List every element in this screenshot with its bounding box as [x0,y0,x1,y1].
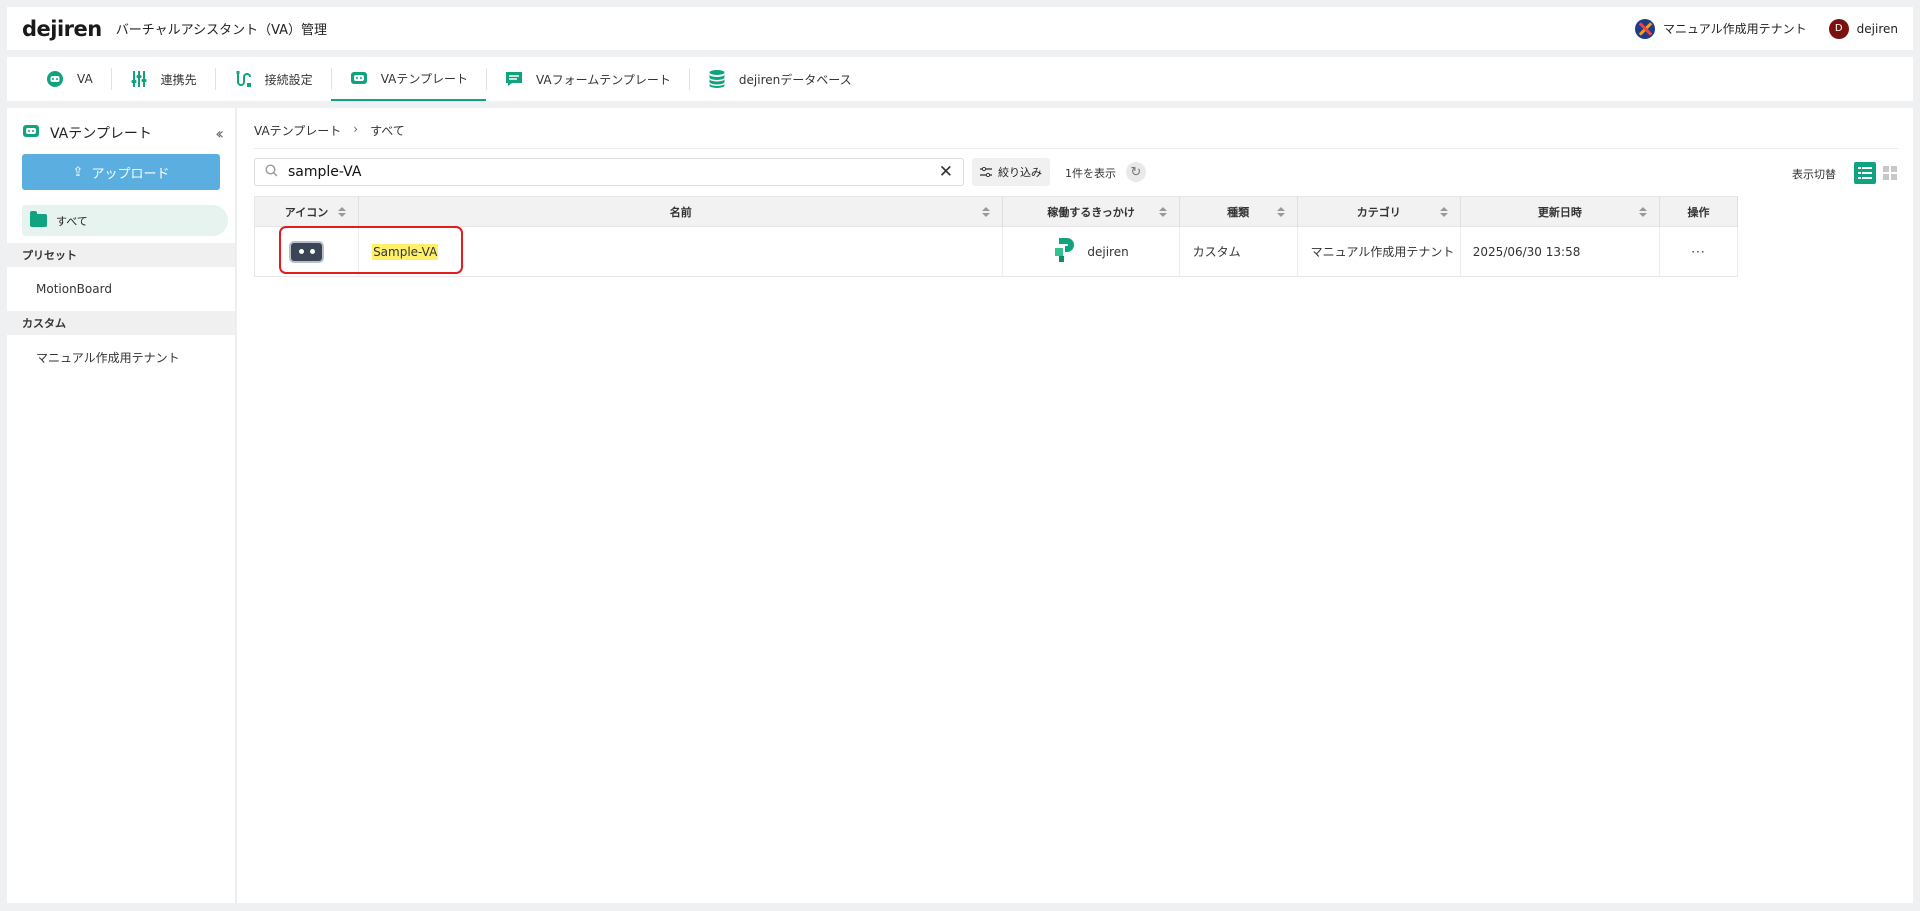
tab-label: 連携先 [160,72,197,87]
type-cell: カスタム [1179,226,1298,277]
collapse-sidebar-icon[interactable]: ‹‹ [215,124,224,143]
column-header-trigger[interactable]: 稼働するきっかけ [1002,196,1180,227]
sidebar-section-custom: カスタム [7,311,235,335]
folder-icon [30,211,47,227]
app-header: dejiren バーチャルアシスタント（VA）管理 マニュアル作成用テナント D… [7,7,1913,50]
sidebar-item-manual-tenant[interactable]: マニュアル作成用テナント [7,335,235,379]
sort-icon[interactable] [982,207,991,217]
sliders-icon [129,69,149,89]
trigger-cell: dejiren [1002,226,1180,277]
search-box: ✕ [254,158,964,186]
column-header-updated[interactable]: 更新日時 [1460,196,1660,227]
upload-button[interactable]: ⇪ アップロード [22,154,220,190]
form-icon [504,69,524,89]
sidebar-item-motionboard[interactable]: MotionBoard [7,267,235,311]
tab-label: VAテンプレート [380,71,468,86]
breadcrumb: VAテンプレート › すべて [254,122,405,139]
search-icon [265,163,278,181]
sort-icon[interactable] [1638,207,1647,217]
search-input[interactable] [288,164,939,180]
app-title: バーチャルアシスタント（VA）管理 [115,23,328,38]
breadcrumb-item-current: すべて [370,124,405,138]
upload-icon: ⇪ [72,164,84,179]
column-header-icon[interactable]: アイコン [254,196,360,227]
icon-cell [254,226,360,277]
sort-icon[interactable] [1276,207,1285,217]
result-count: 1件を表示 [1065,167,1116,180]
database-icon [707,69,727,89]
name-cell[interactable]: Sample-VA [358,226,1004,277]
va-robot-icon [289,240,325,263]
sidebar-title: VAテンプレート [50,126,152,142]
tab-va[interactable]: VA [27,57,111,101]
tab-connection-settings[interactable]: 接続設定 [214,57,331,101]
table-header-row: アイコン 名前 稼働するきっかけ 種類 カテゴリ 更新日時 操作 [254,196,1739,227]
sidebar-section-preset: プリセット [7,243,235,267]
upload-label: アップロード [91,165,170,181]
connection-icon [233,69,253,89]
column-header-ops: 操作 [1659,196,1739,227]
main-nav-tabs: VA 連携先 接続設定 VAテンプレート VAフォームテンプレート dejire… [7,57,1913,101]
user-name[interactable]: dejiren [1857,22,1898,36]
tab-label: dejirenデータベース [738,72,852,87]
column-header-type[interactable]: 種類 [1179,196,1298,227]
dejiren-logo-icon [1053,237,1075,266]
sidebar-item-all[interactable]: すべて [22,205,228,236]
column-header-category[interactable]: カテゴリ [1297,196,1461,227]
template-table: アイコン 名前 稼働するきっかけ 種類 カテゴリ 更新日時 操作 Sample-… [254,196,1739,277]
more-options-icon[interactable]: ··· [1659,226,1739,277]
trigger-label: dejiren [1087,244,1129,259]
filter-label: 絞り込み [998,166,1042,179]
sort-icon[interactable] [338,207,347,217]
clear-search-icon[interactable]: ✕ [939,162,953,182]
view-toggle-label: 表示切替 [1792,168,1836,181]
avatar[interactable]: D [1828,18,1849,39]
sort-icon[interactable] [1158,207,1167,217]
main-content: VAテンプレート › すべて ✕ 絞り込み 1件を表示 ↻ 表示切替 アイコン … [237,108,1913,903]
sort-icon[interactable] [1439,207,1448,217]
updated-cell: 2025/06/30 13:58 [1460,226,1660,277]
grid-view-icon[interactable] [1879,162,1901,184]
tab-label: VA [77,72,93,86]
tab-va-template[interactable]: VAテンプレート [330,57,486,101]
sidebar: VAテンプレート ‹‹ ⇪ アップロード すべて プリセット MotionBoa… [7,108,236,903]
sidebar-item-label: すべて [56,214,88,228]
robot-template-icon [349,68,369,88]
breadcrumb-separator: › [353,122,359,136]
dejiren-logo[interactable]: dejiren [22,17,102,41]
list-view-icon[interactable] [1854,162,1876,184]
divider [254,148,1898,149]
tenant-name[interactable]: マニュアル作成用テナント [1663,20,1807,37]
tenant-icon[interactable] [1635,18,1656,39]
breadcrumb-item[interactable]: VAテンプレート [254,122,341,139]
tab-connections[interactable]: 連携先 [110,57,215,101]
sidebar-header: VAテンプレート ‹‹ [7,108,235,144]
robot-face-icon [45,69,65,89]
filter-button[interactable]: 絞り込み [972,158,1050,186]
tab-label: 接続設定 [264,72,313,87]
column-header-name[interactable]: 名前 [358,196,1004,227]
table-row[interactable]: Sample-VA dejiren カスタム マニュアル作成用テナント 2025… [254,226,1739,277]
header-right: マニュアル作成用テナント D dejiren [1635,18,1898,39]
category-cell: マニュアル作成用テナント [1297,226,1461,277]
tab-dejiren-database[interactable]: dejirenデータベース [688,57,870,101]
robot-template-icon [22,124,40,142]
refresh-icon[interactable]: ↻ [1126,162,1146,182]
tab-va-form-template[interactable]: VAフォームテンプレート [485,57,689,101]
filter-icon [980,167,992,177]
tab-label: VAフォームテンプレート [535,72,671,87]
template-name[interactable]: Sample-VA [372,243,439,260]
